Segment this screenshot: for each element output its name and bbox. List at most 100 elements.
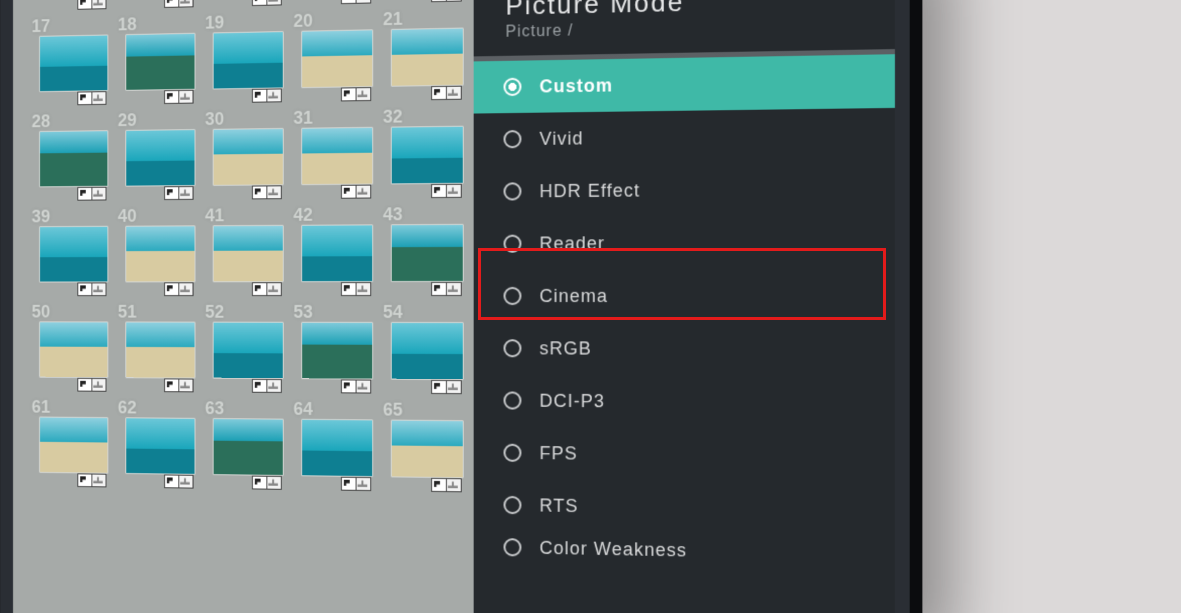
- thumbnail[interactable]: 42: [301, 224, 371, 296]
- picture-mode-option-srgb[interactable]: sRGB: [474, 322, 895, 376]
- flag-icon: [341, 185, 357, 199]
- thumbnail[interactable]: 6: [39, 0, 106, 11]
- radio-icon: [504, 78, 522, 96]
- thumbnail-badges: [253, 88, 282, 102]
- thumbnail[interactable]: 40: [125, 225, 193, 296]
- thumbnail[interactable]: 64: [301, 419, 371, 491]
- radio-icon: [504, 391, 522, 409]
- picture-mode-option-custom[interactable]: Custom: [474, 54, 895, 113]
- thumbnail-image: [301, 419, 373, 477]
- thumbnail[interactable]: 8: [213, 0, 282, 7]
- thumbnail[interactable]: 28: [39, 130, 106, 201]
- thumbnail-badges: [253, 379, 282, 393]
- thumbnail[interactable]: 21: [391, 28, 462, 101]
- radio-icon: [504, 444, 522, 462]
- thumbnail-index: 30: [205, 109, 224, 130]
- thumbnail-image: [39, 226, 108, 283]
- thumbnail-badges: [165, 0, 194, 8]
- flag-icon: [252, 0, 267, 6]
- thumbnail-image: [391, 322, 464, 380]
- radio-icon: [504, 339, 522, 357]
- thumbnail[interactable]: 65: [391, 420, 462, 493]
- flag-icon: [431, 282, 447, 296]
- thumbnail[interactable]: 30: [213, 128, 282, 200]
- picture-mode-option-dci-p3[interactable]: DCI-P3: [474, 374, 895, 430]
- thumbnail[interactable]: 10: [391, 0, 462, 3]
- thumbnail-index: 43: [383, 204, 403, 225]
- thumbnail-image: [125, 33, 195, 91]
- adjust-icon: [178, 0, 193, 8]
- option-label: FPS: [539, 443, 577, 465]
- thumbnail-index: 64: [293, 399, 312, 420]
- flag-icon: [77, 282, 92, 296]
- thumbnail[interactable]: 9: [301, 0, 371, 5]
- adjust-icon: [446, 380, 462, 394]
- picture-mode-option-hdr-effect[interactable]: HDR Effect: [474, 162, 895, 218]
- thumbnail[interactable]: 62: [125, 417, 193, 488]
- thumbnail[interactable]: 52: [213, 322, 282, 393]
- radio-icon: [504, 235, 522, 253]
- thumbnail-index: 31: [293, 108, 312, 129]
- flag-icon: [252, 89, 267, 103]
- flag-icon: [431, 184, 447, 198]
- thumbnail[interactable]: 51: [125, 322, 193, 393]
- thumbnail[interactable]: 17: [39, 35, 106, 106]
- picture-mode-option-reader[interactable]: Reader: [474, 215, 895, 270]
- thumbnail[interactable]: 19: [213, 31, 282, 103]
- radio-icon: [504, 182, 522, 200]
- adjust-icon: [356, 380, 372, 394]
- adjust-icon: [446, 86, 462, 100]
- picture-mode-option-vivid[interactable]: Vivid: [474, 108, 895, 166]
- thumbnail[interactable]: 31: [301, 127, 371, 199]
- thumbnail-index: 19: [205, 13, 224, 34]
- thumbnail-badges: [432, 86, 462, 100]
- flag-icon: [341, 379, 357, 393]
- adjust-icon: [446, 282, 462, 296]
- thumbnail[interactable]: 39: [39, 226, 106, 296]
- radio-icon: [504, 287, 522, 305]
- thumbnail[interactable]: 63: [213, 418, 282, 490]
- thumbnail-badges: [253, 282, 282, 296]
- option-label: sRGB: [539, 338, 591, 359]
- thumbnail[interactable]: 54: [391, 322, 462, 394]
- thumbnail-badges: [432, 282, 462, 296]
- thumbnail[interactable]: 20: [301, 29, 371, 102]
- flag-icon: [77, 91, 92, 105]
- picture-mode-option-cinema[interactable]: Cinema: [474, 269, 895, 323]
- thumbnail-badges: [342, 379, 371, 393]
- picture-mode-option-fps[interactable]: FPS: [474, 426, 895, 484]
- thumbnail[interactable]: 41: [213, 225, 282, 296]
- thumbnail-badges: [253, 476, 282, 490]
- flag-icon: [164, 90, 179, 104]
- adjust-icon: [266, 476, 281, 490]
- thumbnail[interactable]: 53: [301, 322, 371, 394]
- thumbnail[interactable]: 32: [391, 126, 462, 199]
- thumbnail-badges: [165, 282, 194, 296]
- thumbnail[interactable]: 7: [125, 0, 193, 9]
- thumbnail-image: [213, 418, 284, 476]
- thumbnail-badges: [78, 282, 106, 296]
- thumbnail[interactable]: 50: [39, 321, 106, 391]
- screen: 6 7 8 9 10 17 18 19 20 21 28 29 30 31 32 39 40 41 42 43 50 51…: [13, 0, 895, 613]
- thumbnail[interactable]: 29: [125, 129, 193, 200]
- flag-icon: [77, 187, 92, 201]
- thumbnail[interactable]: 18: [125, 33, 193, 105]
- picture-mode-option-rts[interactable]: RTS: [474, 478, 895, 537]
- option-label: DCI-P3: [539, 390, 604, 412]
- thumbnail-image: [125, 322, 195, 379]
- flag-icon: [252, 282, 267, 296]
- thumbnail-badges: [165, 186, 194, 200]
- flag-icon: [431, 380, 447, 394]
- picture-mode-option-color-weakness[interactable]: Color Weakness: [474, 531, 895, 571]
- option-label: Color Weakness: [539, 537, 687, 561]
- thumbnail[interactable]: 61: [39, 417, 106, 488]
- radio-icon: [504, 538, 522, 556]
- thumbnail-badges: [432, 0, 462, 2]
- thumbnail[interactable]: 43: [391, 224, 462, 296]
- flag-icon: [431, 86, 447, 100]
- thumbnail-index: 51: [118, 302, 137, 323]
- thumbnail-image: [301, 322, 373, 380]
- option-label: Custom: [539, 75, 613, 97]
- thumbnail-image: [213, 31, 284, 89]
- adjust-icon: [266, 282, 281, 296]
